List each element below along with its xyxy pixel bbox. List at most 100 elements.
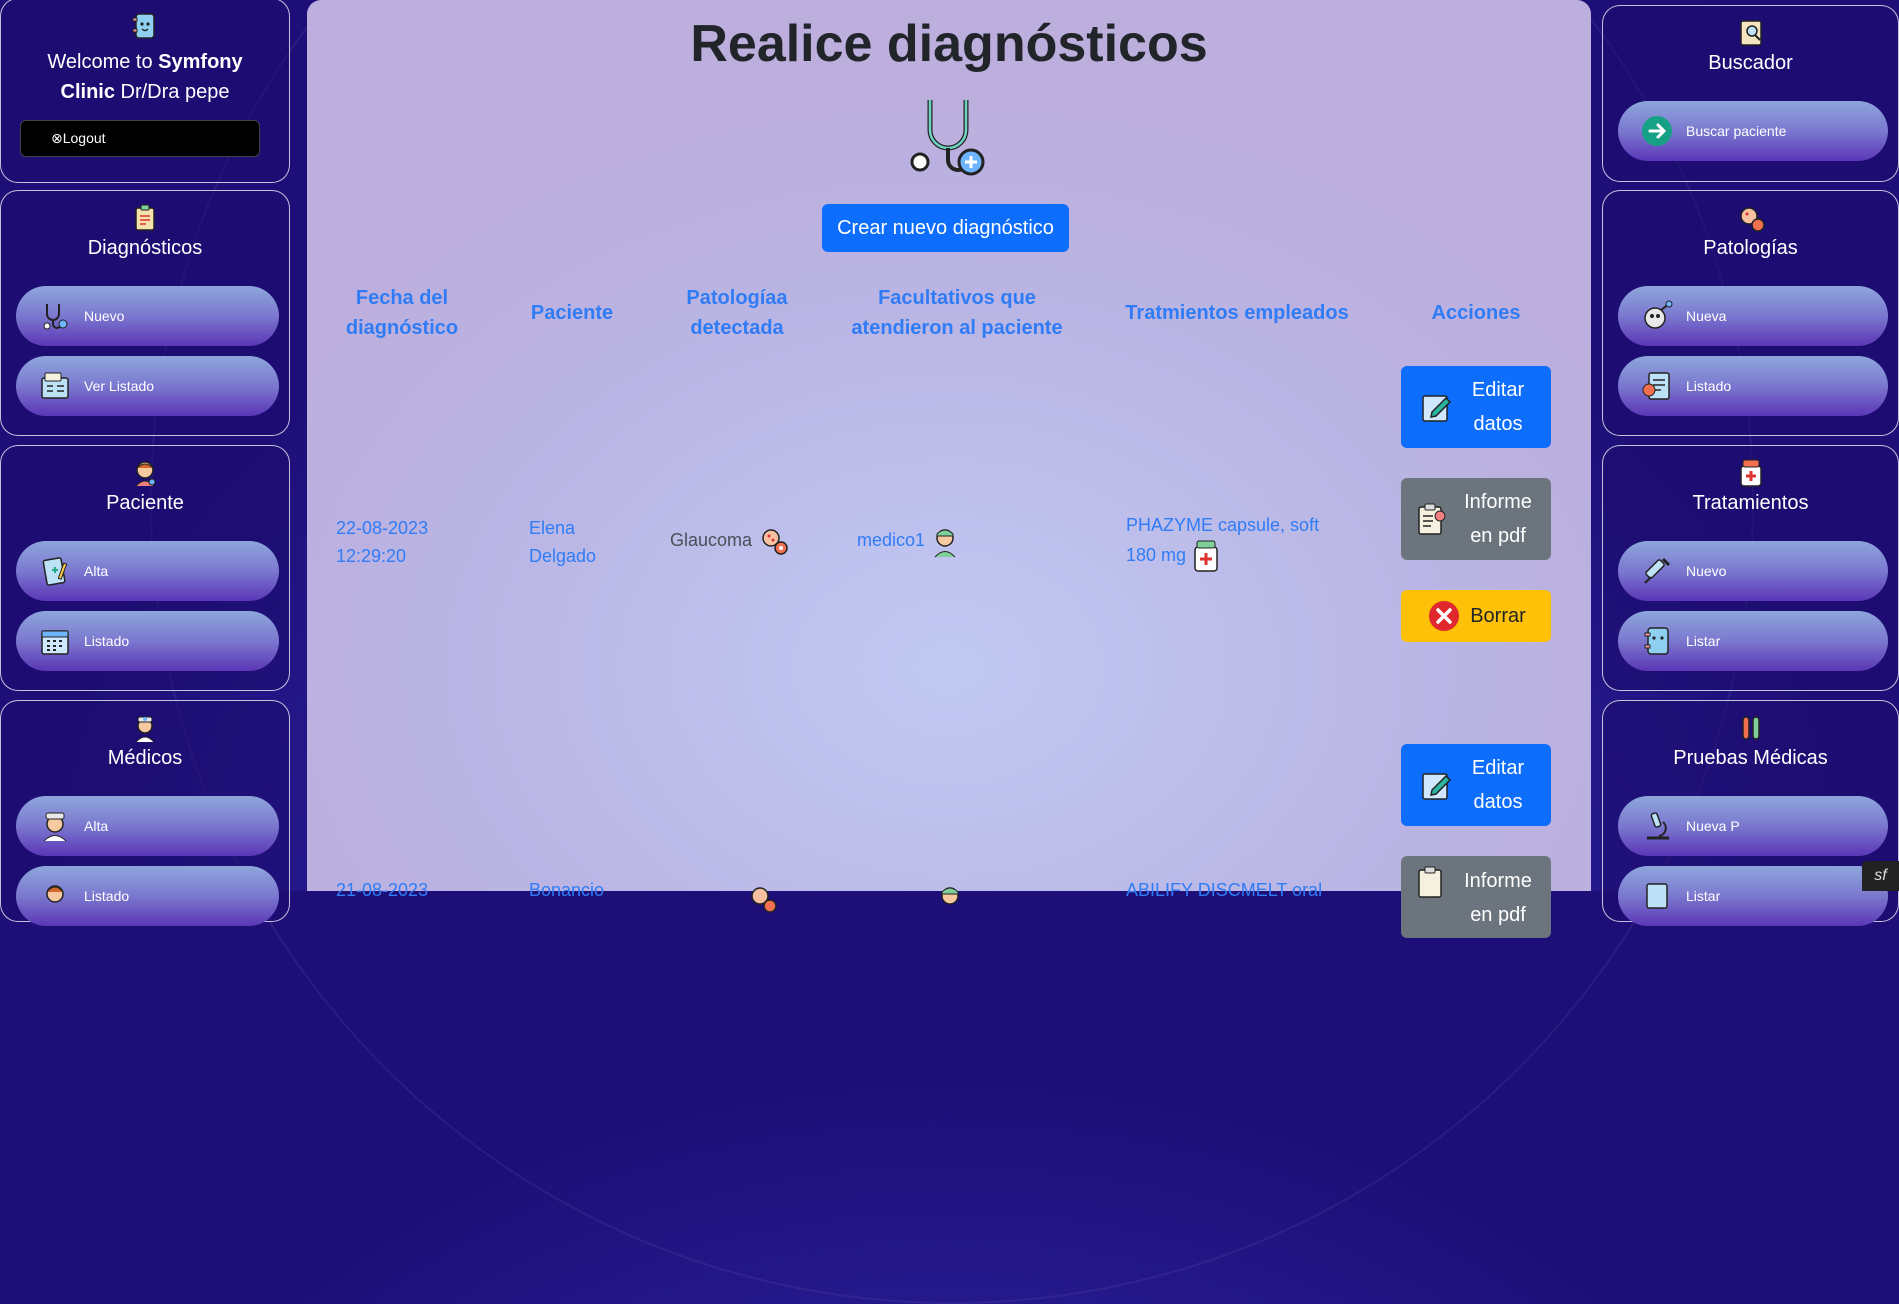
virus-icon [751, 887, 777, 913]
welcome-text: Welcome to Symfony Clinic Dr/Dra pepe [47, 51, 243, 103]
syringe-icon [1640, 554, 1674, 588]
paciente-listado-button[interactable]: Listado [16, 611, 279, 671]
doctor-icon [38, 879, 72, 913]
symfony-toolbar-toggle[interactable]: sf [1862, 861, 1899, 891]
delete-label: Borrar [1470, 605, 1526, 627]
edit-button[interactable]: Editar datos [1401, 366, 1551, 448]
row-tratamiento[interactable]: PHAZYME capsule, soft 180 mg [1126, 511, 1346, 573]
stethoscope-icon [38, 299, 72, 333]
buscar-paciente-button[interactable]: Buscar paciente [1618, 101, 1888, 161]
pill-label: Nuevo [84, 308, 125, 324]
column-header-acciones: Acciones [1431, 302, 1521, 324]
pill-label: Listar [1686, 633, 1721, 649]
delete-button[interactable]: Borrar [1401, 590, 1551, 642]
pill-label: Listado [84, 888, 130, 904]
medicos-alta-button[interactable]: Alta [16, 796, 279, 856]
tratamiento-listar-button[interactable]: Listar [1618, 611, 1888, 671]
column-header-tratamientos[interactable]: Tratmientos empleados [1117, 298, 1357, 328]
row-facultativo[interactable]: medico1 [857, 524, 960, 558]
arrow-right-icon [1640, 114, 1674, 148]
clipboard-plus-icon [38, 554, 72, 588]
pdf-label: Informe en pdf [1464, 870, 1532, 926]
patient-icon [135, 461, 156, 487]
logout-button[interactable]: ⊗Logout [20, 120, 260, 157]
pruebas-medicas-card: Pruebas Médicas Nueva P Listar [1602, 700, 1899, 926]
card-title: Pruebas Médicas [1673, 747, 1828, 769]
doctor-icon [941, 887, 959, 905]
notebook-icon [132, 13, 155, 39]
row-fecha[interactable]: 22-08-2023 12:29:20 [336, 514, 446, 570]
row-paciente[interactable]: Elena Delgado [529, 514, 609, 570]
patologia-nueva-button[interactable]: Nueva [1618, 286, 1888, 346]
pill-label: Ver Listado [84, 378, 155, 394]
close-circle-icon [1426, 598, 1462, 634]
row-tratamiento[interactable]: ABILIFY DISCMELT oral [1126, 876, 1366, 904]
list-icon [38, 369, 72, 403]
column-header-paciente[interactable]: Paciente [497, 298, 647, 328]
report-icon [1413, 501, 1449, 537]
card-title: Buscador [1708, 52, 1793, 74]
medicos-listado-button[interactable]: Listado [16, 866, 279, 926]
prueba-nueva-button[interactable]: Nueva P [1618, 796, 1888, 856]
virus-icon [1739, 207, 1765, 232]
test-tubes-icon [1741, 716, 1760, 740]
welcome-card: Welcome to Symfony Clinic Dr/Dra pepe ⊗L… [0, 0, 290, 183]
pill-label: Buscar paciente [1686, 123, 1787, 139]
row-tratamiento-label: PHAZYME capsule, soft 180 mg [1126, 515, 1320, 565]
diagnostico-nuevo-button[interactable]: Nuevo [16, 286, 279, 346]
buscador-card: Buscador Buscar paciente [1602, 5, 1899, 182]
pill-label: Listado [84, 633, 130, 649]
doctor-icon [38, 809, 72, 843]
pill-label: Alta [84, 563, 109, 579]
card-title: Patologías [1703, 237, 1798, 259]
row-fecha[interactable]: 21-08-2023 [336, 876, 446, 904]
edit-icon [1419, 767, 1455, 803]
tratamiento-nuevo-button[interactable]: Nuevo [1618, 541, 1888, 601]
card-title: Paciente [106, 492, 184, 514]
patologia-listado-button[interactable]: Listado [1618, 356, 1888, 416]
card-title: Tratamientos [1692, 492, 1809, 514]
tratamientos-card: Tratamientos Nuevo Listar [1602, 445, 1899, 691]
medicine-icon [1739, 459, 1762, 487]
list-icon [1640, 879, 1674, 913]
virus-icon [762, 529, 788, 555]
create-diagnostico-button[interactable]: Crear nuevo diagnóstico [822, 204, 1069, 252]
clipboard-icon [135, 204, 155, 231]
medicos-card: Médicos Alta Listado [0, 700, 290, 926]
bacteria-icon [1640, 299, 1674, 333]
pdf-report-button[interactable]: Informe en pdf [1401, 856, 1551, 938]
row-facultativo-label: medico1 [857, 529, 926, 550]
card-title: Médicos [107, 747, 183, 769]
row-patologia-label: Glaucoma [670, 529, 753, 550]
microscope-icon [1640, 809, 1674, 843]
prueba-listar-button[interactable]: Listar [1618, 866, 1888, 926]
calendar-icon [38, 624, 72, 658]
edit-button[interactable]: Editar datos [1401, 744, 1551, 826]
column-header-patologia[interactable]: Patologíaa detectada [662, 283, 812, 343]
diagnosticos-card: Diagnósticos Nuevo Ver Listado [0, 190, 290, 436]
pill-label: Nuevo [1686, 563, 1727, 579]
search-book-icon [1739, 20, 1762, 46]
paciente-card: Paciente Alta Listado [0, 445, 290, 691]
pill-label: Listado [1686, 378, 1732, 394]
paciente-alta-button[interactable]: Alta [16, 541, 279, 601]
pill-label: Listar [1686, 888, 1721, 904]
medicine-jar-icon [1194, 540, 1218, 572]
pill-label: Nueva [1686, 308, 1727, 324]
row-paciente[interactable]: Bonancio [529, 876, 609, 904]
card-title: Diagnósticos [87, 237, 203, 259]
pill-label: Nueva P [1686, 818, 1740, 834]
pill-label: Alta [84, 818, 109, 834]
folder-icon [1640, 369, 1674, 403]
column-header-facultativos[interactable]: Facultativos que atendieron al paciente [847, 283, 1067, 343]
pdf-report-button[interactable]: Informe en pdf [1401, 478, 1551, 560]
patologias-card: Patologías Nueva Listado [1602, 190, 1899, 436]
row-patologia[interactable]: Glaucoma [670, 524, 791, 558]
column-header-fecha[interactable]: Fecha del diagnóstico [327, 283, 477, 343]
edit-label: Editar datos [1471, 757, 1525, 813]
diagnostico-listado-button[interactable]: Ver Listado [16, 356, 279, 416]
edit-label: Editar datos [1471, 379, 1525, 435]
pdf-label: Informe en pdf [1464, 491, 1532, 547]
report-icon [1413, 864, 1449, 900]
main-panel: Realice diagnósticos Crear nuevo diagnós… [307, 0, 1591, 938]
